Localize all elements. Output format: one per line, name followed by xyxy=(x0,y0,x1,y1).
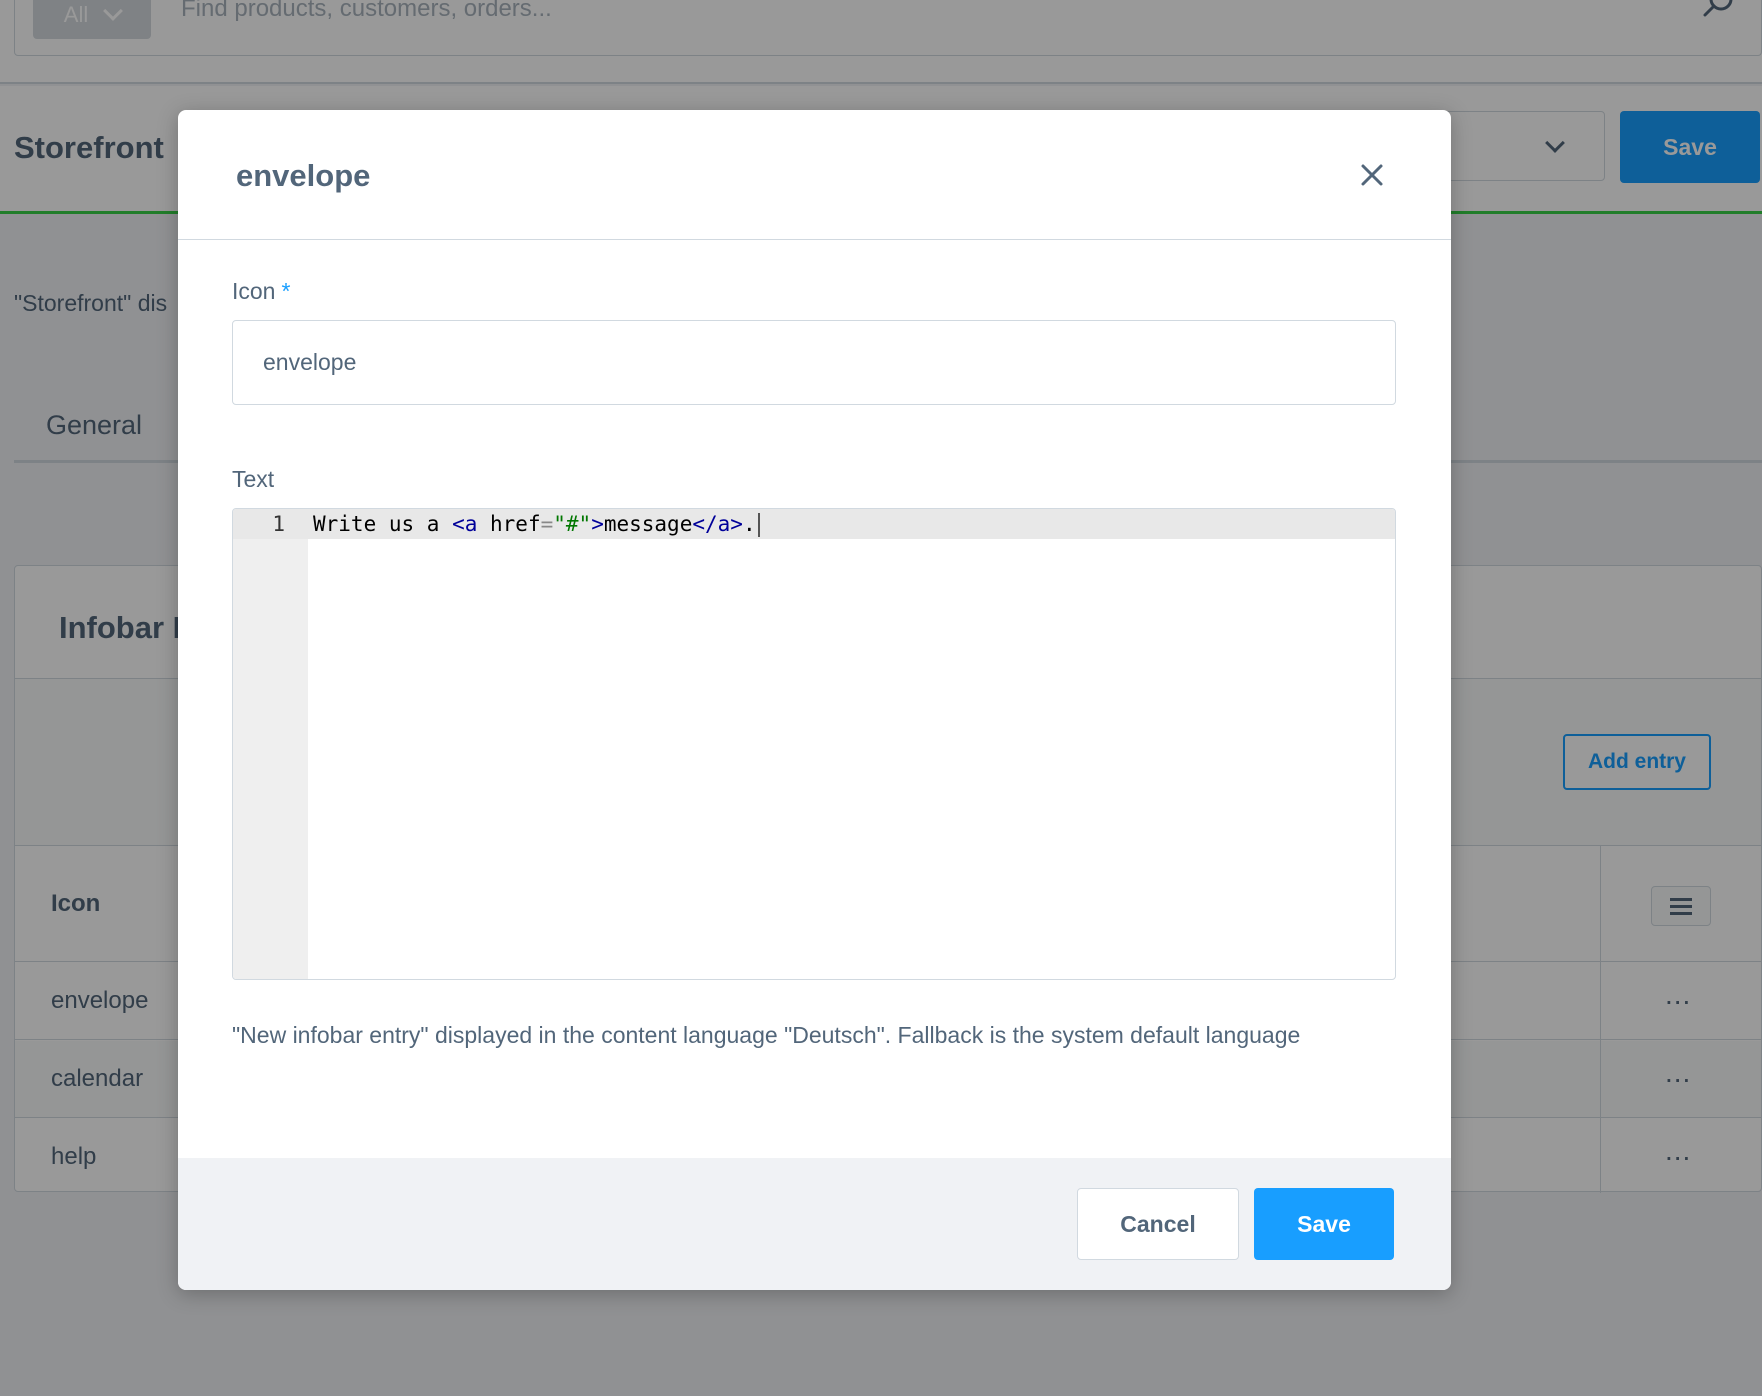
code-equals: = xyxy=(540,512,554,536)
code-tag-end: > xyxy=(591,512,604,536)
icon-label-text: Icon xyxy=(232,278,276,304)
icon-input[interactable]: envelope xyxy=(232,320,1396,405)
cancel-button[interactable]: Cancel xyxy=(1077,1188,1239,1260)
edit-entry-modal: envelope Icon * envelope Text 1 Write us … xyxy=(178,110,1451,1290)
code-period: . xyxy=(742,512,756,536)
code-text: Write us a xyxy=(313,512,453,536)
modal-title: envelope xyxy=(236,158,371,193)
code-attribute: href xyxy=(477,512,541,536)
code-line[interactable]: Write us a <a href="#">message</a>. xyxy=(313,509,760,539)
save-button[interactable]: Save xyxy=(1254,1188,1394,1260)
text-cursor xyxy=(757,513,760,537)
modal-header: envelope xyxy=(178,110,1451,240)
icon-field-label: Icon * xyxy=(232,278,290,305)
text-field-label: Text xyxy=(232,466,275,492)
line-number: 1 xyxy=(272,512,285,536)
code-link-text: message xyxy=(603,512,693,536)
code-tag-close: </a> xyxy=(692,512,743,536)
code-tag-open: <a xyxy=(452,512,478,536)
editor-gutter xyxy=(233,509,308,979)
required-mark: * xyxy=(281,278,291,304)
modal-footer: Cancel Save xyxy=(178,1158,1451,1290)
help-text: "New infobar entry" displayed in the con… xyxy=(232,1022,1301,1048)
code-editor[interactable]: 1 Write us a <a href="#">message</a>. xyxy=(232,508,1396,980)
close-icon[interactable] xyxy=(1359,162,1385,188)
code-string: "#" xyxy=(553,512,592,536)
